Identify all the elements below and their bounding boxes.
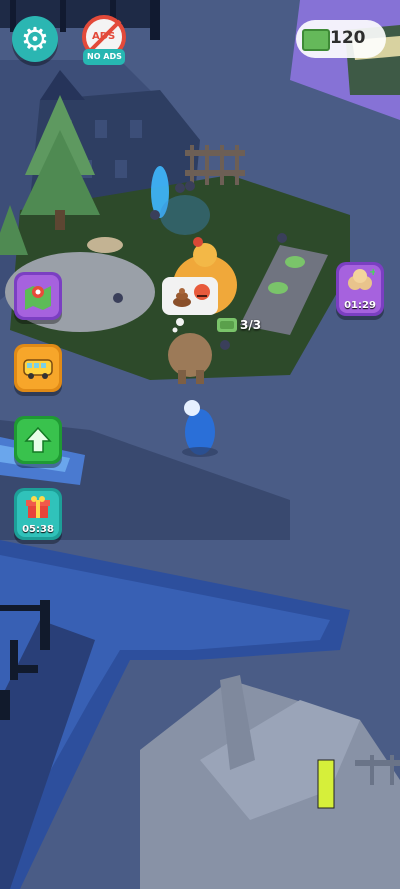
no-ads-label: NO ADS	[87, 52, 122, 61]
gift-icon	[26, 496, 50, 518]
currency-value: 120	[330, 28, 366, 48]
settings-button[interactable]: ⚙	[12, 16, 58, 62]
gear-icon: ⚙	[20, 20, 50, 58]
bonus-timer: 01:29	[344, 300, 376, 311]
bus-button[interactable]	[14, 344, 62, 392]
coin-stack-icon: +	[348, 267, 375, 290]
currency-display: 120	[296, 20, 386, 58]
map-icon	[25, 286, 51, 310]
counter-label: 3/3	[240, 318, 262, 332]
upgrade-button[interactable]	[14, 416, 62, 464]
bus-icon	[23, 359, 53, 379]
cash-pile	[217, 318, 237, 332]
map-button[interactable]	[14, 272, 62, 320]
angry-face-icon	[194, 284, 210, 300]
bonus-button[interactable]: + 01:29	[336, 262, 384, 316]
gift-timer: 05:38	[22, 524, 54, 535]
svg-text:+: +	[369, 267, 375, 278]
stone-pedestal	[87, 237, 123, 253]
no-ads-button[interactable]: ADS NO ADS	[80, 15, 128, 67]
up-arrow-icon	[24, 426, 52, 453]
no-ads-ads-text: ADS	[92, 31, 116, 42]
gift-button[interactable]: 05:38	[14, 488, 62, 540]
portal-glow	[160, 195, 210, 235]
cash-icon	[302, 29, 330, 51]
